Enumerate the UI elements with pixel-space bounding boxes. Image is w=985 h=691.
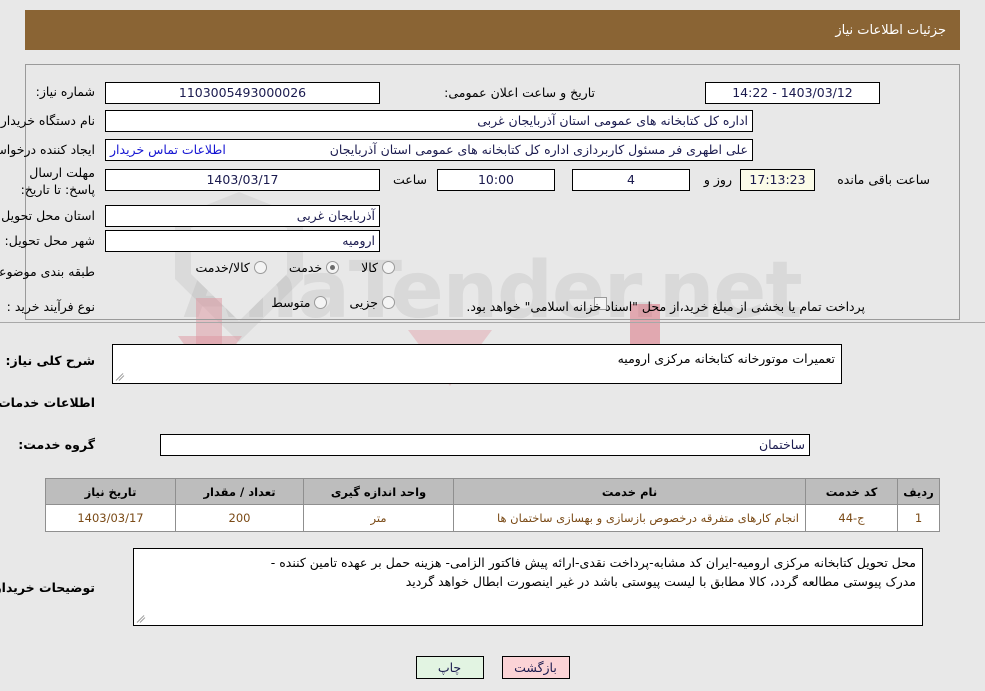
buyer-notes-line-2: مدرک پیوستی مطالعه گردد، کالا مطابق با ل… (405, 574, 916, 589)
buyer-org-value: اداره کل کتابخانه های عمومی استان آذربای… (105, 110, 753, 132)
remaining-days-value: 4 (572, 169, 690, 191)
cell-date: 1403/03/17 (45, 504, 176, 532)
page-root: AnaTender.net جزئیات اطلاعات نیاز شماره … (0, 0, 985, 691)
buyer-notes-label: توضیحات خریدار: (0, 580, 95, 595)
radio-icon[interactable] (382, 296, 395, 309)
radio-icon[interactable] (326, 261, 340, 274)
deadline-date-value: 1403/03/17 (105, 169, 380, 191)
print-button[interactable]: چاپ (415, 656, 484, 679)
process-option-1[interactable]: متوسط (271, 295, 328, 310)
province-value: آذربایجان غربی (105, 205, 380, 227)
requester-label: ایجاد کننده درخواست: (0, 142, 95, 157)
process-radio-group: جزیی متوسط (253, 295, 395, 310)
buyer-notes-textarea[interactable]: محل تحویل کتابخانه مرکزی ارومیه-ایران کد… (133, 548, 923, 626)
requester-field: علی اطهری فر مسئول کاربردازی اداره کل کت… (105, 139, 753, 161)
cell-row: 1 (897, 504, 940, 532)
table-column-header: نام خدمت (453, 478, 806, 505)
category-option-label: کالا (361, 260, 378, 275)
buyer-org-label: نام دستگاه خریدار: (0, 113, 95, 128)
footer-buttons: بازگشت چاپ (0, 656, 985, 679)
buyer-contact-link[interactable]: اطلاعات تماس خریدار (106, 140, 230, 160)
category-radio-group: کالا خدمت کالا/خدمت (177, 260, 395, 275)
radio-icon[interactable] (253, 261, 267, 274)
table-row: 1 ج-44 انجام کارهای متفرقه درخصوص بازسازی … (45, 504, 940, 532)
deadline-hour-label: ساعت (392, 172, 427, 187)
services-section-title: اطلاعات خدمات مورد نیاز (0, 395, 95, 410)
need-number-value: 1103005493000026 (105, 82, 380, 104)
table-column-header: تعداد / مقدار (175, 478, 304, 505)
section-divider (0, 322, 985, 323)
service-group-value: ساختمان (160, 434, 810, 456)
deadline-hour-value: 10:00 (437, 169, 555, 191)
need-number-label: شماره نیاز: (35, 84, 95, 99)
remaining-time-label: ساعت باقی مانده (837, 172, 930, 187)
category-option-label: کالا/خدمت (195, 260, 250, 275)
description-label: شرح کلی نیاز: (5, 353, 95, 368)
cell-name: انجام کارهای متفرقه درخصوص بازسازی و بهس… (453, 504, 806, 532)
radio-icon[interactable] (382, 261, 395, 274)
announcement-label: تاریخ و ساعت اعلان عمومی: (444, 85, 595, 100)
table-column-header: تاریخ نیاز (45, 478, 176, 505)
category-option-0[interactable]: کالا (361, 260, 395, 275)
cell-quantity: 200 (175, 504, 304, 532)
process-option-0[interactable]: جزیی (349, 295, 395, 310)
cell-unit: متر (303, 504, 454, 532)
treasury-note: پرداخت تمام یا بخشی از مبلغ خرید،از محل … (466, 299, 865, 314)
resize-grip-icon[interactable] (136, 612, 148, 624)
province-label: استان محل تحویل: (0, 208, 95, 223)
category-option-label: خدمت (288, 260, 323, 275)
process-label: نوع فرآیند خرید : (6, 299, 95, 314)
process-option-label: جزیی (349, 295, 378, 310)
announcement-value: 1403/03/12 - 14:22 (705, 82, 880, 104)
table-body: 1 ج-44 انجام کارهای متفرقه درخصوص بازسازی … (45, 504, 940, 532)
category-option-2[interactable]: کالا/خدمت (195, 260, 267, 275)
services-table: ردیف کد خدمت نام خدمت واحد اندازه گیری تعداد… (45, 478, 940, 532)
requester-value: علی اطهری فر مسئول کاربردازی اداره کل کت… (329, 142, 748, 157)
city-value: ارومیه (105, 230, 380, 252)
radio-icon[interactable] (314, 296, 328, 309)
resize-grip-icon[interactable] (115, 370, 127, 382)
table-column-header: کد خدمت (805, 478, 898, 505)
table-header-row: ردیف کد خدمت نام خدمت واحد اندازه گیری تعداد… (45, 478, 940, 505)
page-title: جزئیات اطلاعات نیاز (25, 10, 960, 50)
remaining-days-label: روز و (703, 172, 732, 187)
cell-code: ج-44 (805, 504, 898, 532)
table-column-header: ردیف (897, 478, 940, 505)
category-label: طبقه بندی موضوعی: (0, 264, 95, 279)
countdown-timer: 17:13:23 (740, 169, 815, 191)
deadline-label: مهلت ارسال پاسخ: تا تاریخ: (20, 165, 95, 197)
description-textarea[interactable]: تعمیرات موتورخانه کتابخانه مرکزی ارومیه (112, 344, 842, 384)
process-option-label: متوسط (271, 295, 311, 310)
service-group-label: گروه خدمت: (18, 437, 95, 452)
back-button[interactable]: بازگشت (501, 656, 570, 679)
category-option-1[interactable]: خدمت (288, 260, 340, 275)
city-label: شهر محل تحویل: (4, 233, 95, 248)
table-column-header: واحد اندازه گیری (303, 478, 454, 505)
description-value: تعمیرات موتورخانه کتابخانه مرکزی ارومیه (617, 351, 835, 366)
buyer-notes-line-1: محل تحویل کتابخانه مرکزی ارومیه-ایران کد… (270, 555, 916, 570)
